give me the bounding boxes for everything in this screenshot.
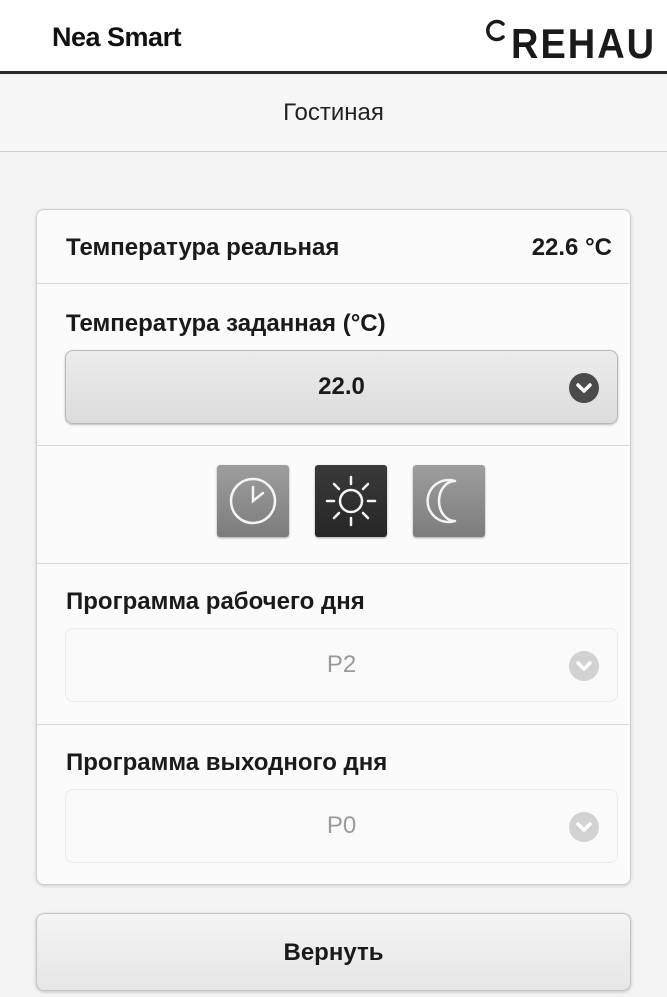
mode-comfort-button[interactable] [315, 465, 387, 537]
weekend-program-label: Программа выходного дня [66, 749, 388, 776]
top-bar: Nea Smart REHAU [0, 0, 667, 74]
chevron-down-icon [569, 651, 599, 681]
workday-program-select[interactable]: P2 [65, 628, 618, 702]
workday-program-label: Программа рабочего дня [66, 588, 365, 615]
workday-program-section: Программа рабочего дня P2 [37, 563, 630, 724]
logo-swoosh-icon [486, 19, 505, 42]
brand-logo: REHAU [481, 16, 654, 68]
chevron-down-icon [569, 812, 599, 842]
room-title: Гостиная [283, 99, 384, 126]
mode-auto-button[interactable] [217, 465, 289, 537]
chevron-down-icon [569, 373, 599, 403]
actual-temperature-value: 22.6 °C [531, 234, 612, 261]
room-settings-card: Температура реальная 22.6 °C Температура… [36, 209, 631, 885]
actual-temperature-row: Температура реальная 22.6 °C [37, 210, 630, 283]
set-temperature-select[interactable]: 22.0 [65, 350, 618, 424]
weekend-program-section: Программа выходного дня P0 [37, 724, 630, 884]
workday-program-value: P2 [326, 651, 357, 678]
moon-icon [426, 478, 457, 524]
room-header: Гостиная [0, 77, 667, 152]
return-button-label: Вернуть [283, 939, 384, 966]
set-temperature-value: 22.0 [318, 373, 365, 400]
sun-icon [325, 475, 377, 527]
set-temperature-label: Температура заданная (°C) [66, 310, 386, 337]
weekend-program-select[interactable]: P0 [65, 789, 618, 863]
weekend-program-value: P0 [326, 812, 357, 839]
mode-eco-button[interactable] [413, 465, 485, 537]
app-title: Nea Smart [52, 22, 182, 52]
return-button[interactable]: Вернуть [36, 913, 631, 991]
clock-icon [229, 477, 277, 525]
actual-temperature-label: Температура реальная [66, 234, 340, 261]
set-temperature-section: Температура заданная (°C) 22.0 [37, 283, 630, 445]
brand-logo-text: REHAU [511, 21, 657, 69]
